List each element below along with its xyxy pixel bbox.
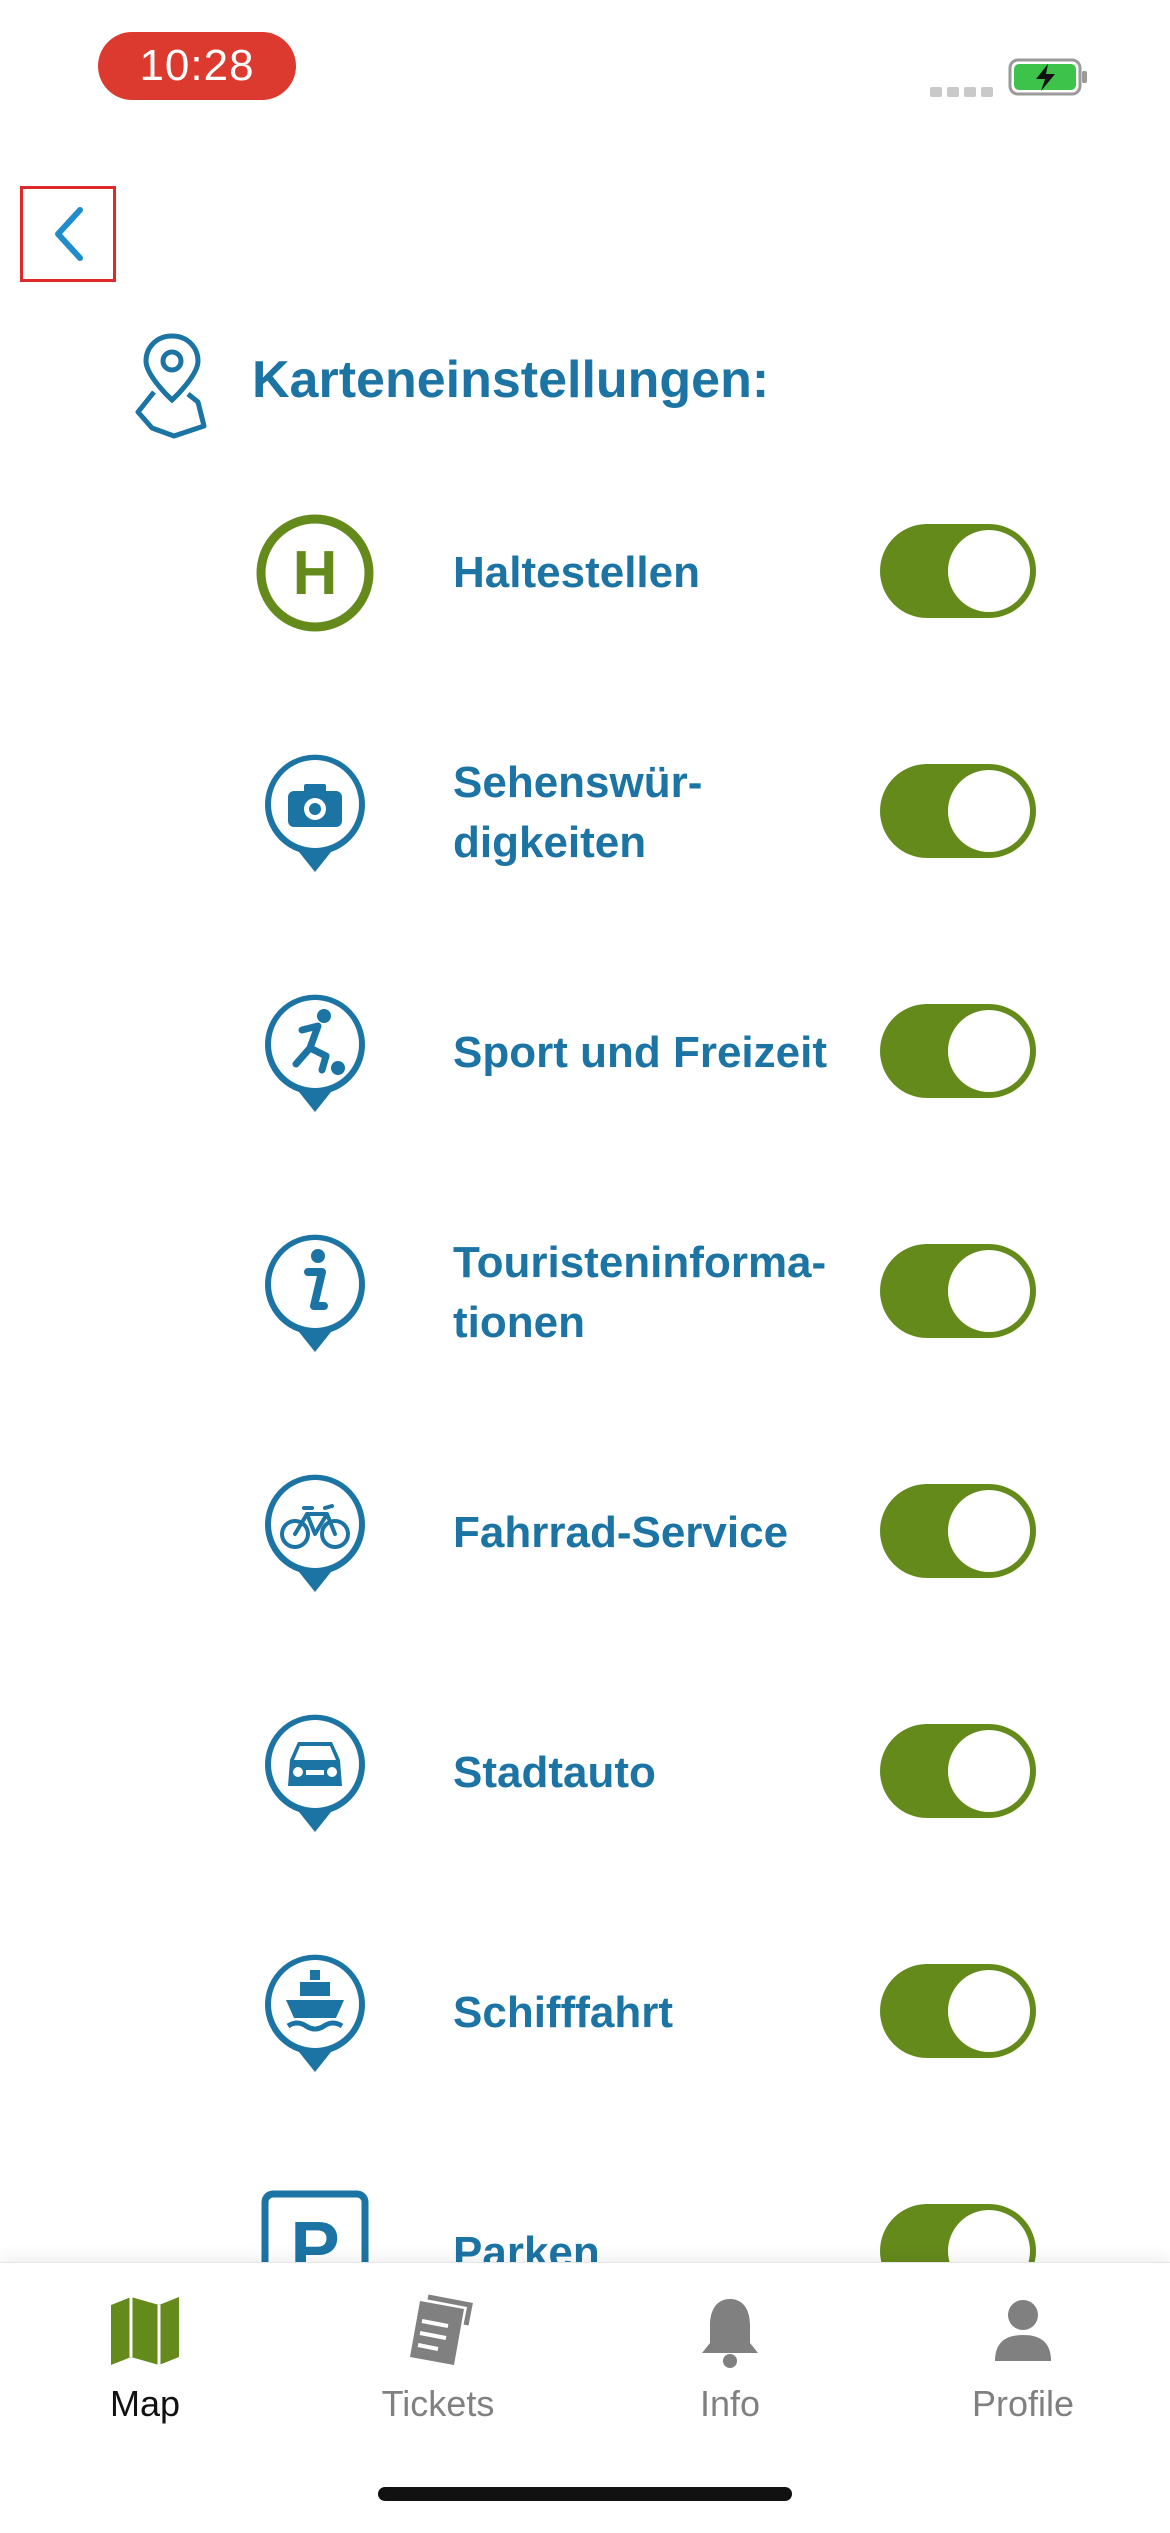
- toggle-schifffahrt[interactable]: [880, 1964, 1036, 2058]
- map-icon: [111, 2297, 179, 2365]
- bus-stop-icon: H: [256, 514, 374, 632]
- setting-label: Fahrrad-Service: [453, 1508, 789, 1557]
- toggle-knob: [948, 1730, 1030, 1812]
- setting-label: Sport und Freizeit: [453, 1028, 827, 1077]
- setting-row-stadtauto: Stadtauto: [0, 1698, 1170, 1898]
- page-title: Karteneinstellungen:: [252, 351, 770, 409]
- tickets-icon: [410, 2294, 473, 2365]
- setting-row-sehenswuerdigkeiten: Sehenswür- digkeiten: [0, 738, 1170, 938]
- camera-icon: [265, 754, 365, 872]
- toggle-knob: [948, 1010, 1030, 1092]
- map-settings-icon: [135, 333, 207, 439]
- back-button[interactable]: [20, 186, 116, 282]
- toggle-fahrrad[interactable]: [880, 1484, 1036, 1578]
- toggle-haltestellen[interactable]: [880, 524, 1036, 618]
- svg-text:H: H: [293, 539, 338, 608]
- car-icon: [265, 1714, 365, 1832]
- bicycle-icon: [265, 1474, 365, 1592]
- toggle-knob: [948, 1490, 1030, 1572]
- toggle-knob: [948, 530, 1030, 612]
- chevron-left-icon: [55, 207, 83, 261]
- toggle-sport[interactable]: [880, 1004, 1036, 1098]
- toggle-knob: [948, 770, 1030, 852]
- signal-icon: [930, 84, 998, 102]
- setting-label: Touristeninforma- tionen: [453, 1238, 827, 1347]
- setting-label: Stadtauto: [453, 1748, 656, 1797]
- setting-label: Schifffahrt: [453, 1988, 673, 2037]
- toggle-sehenswuerdigkeiten[interactable]: [880, 764, 1036, 858]
- setting-row-fahrrad: Fahrrad-Service: [0, 1458, 1170, 1658]
- setting-label: Sehenswür- digkeiten: [453, 758, 703, 867]
- setting-row-schifffahrt: Schifffahrt: [0, 1938, 1170, 2138]
- tab-tickets[interactable]: Tickets: [338, 2291, 538, 2431]
- tab-map[interactable]: Map: [45, 2291, 245, 2431]
- tab-label: Profile: [971, 2383, 1075, 2424]
- toggle-knob: [948, 1970, 1030, 2052]
- sport-icon: [265, 994, 365, 1112]
- tab-label: Map: [109, 2383, 181, 2424]
- bell-icon: [702, 2299, 758, 2368]
- tab-info[interactable]: Info: [630, 2291, 830, 2431]
- tab-label: Tickets: [381, 2383, 495, 2424]
- toggle-stadtauto[interactable]: [880, 1724, 1036, 1818]
- status-time: 10:28: [98, 32, 296, 100]
- toggle-knob: [948, 1250, 1030, 1332]
- toggle-touristeninformationen[interactable]: [880, 1244, 1036, 1338]
- info-icon: [265, 1234, 365, 1352]
- tab-bar: Map Tickets Info Profile: [0, 2262, 1170, 2533]
- setting-row-haltestellen: H Haltestellen: [0, 498, 1170, 698]
- ship-icon: [265, 1954, 365, 2072]
- setting-row-touristeninformationen: Touristeninforma- tionen: [0, 1218, 1170, 1418]
- setting-row-sport: Sport und Freizeit: [0, 978, 1170, 1178]
- tab-profile[interactable]: Profile: [923, 2291, 1123, 2431]
- setting-label: Haltestellen: [453, 548, 700, 597]
- tab-label: Info: [699, 2383, 761, 2424]
- home-indicator: [378, 2487, 792, 2501]
- battery-icon: [1008, 58, 1087, 96]
- profile-icon: [995, 2300, 1051, 2361]
